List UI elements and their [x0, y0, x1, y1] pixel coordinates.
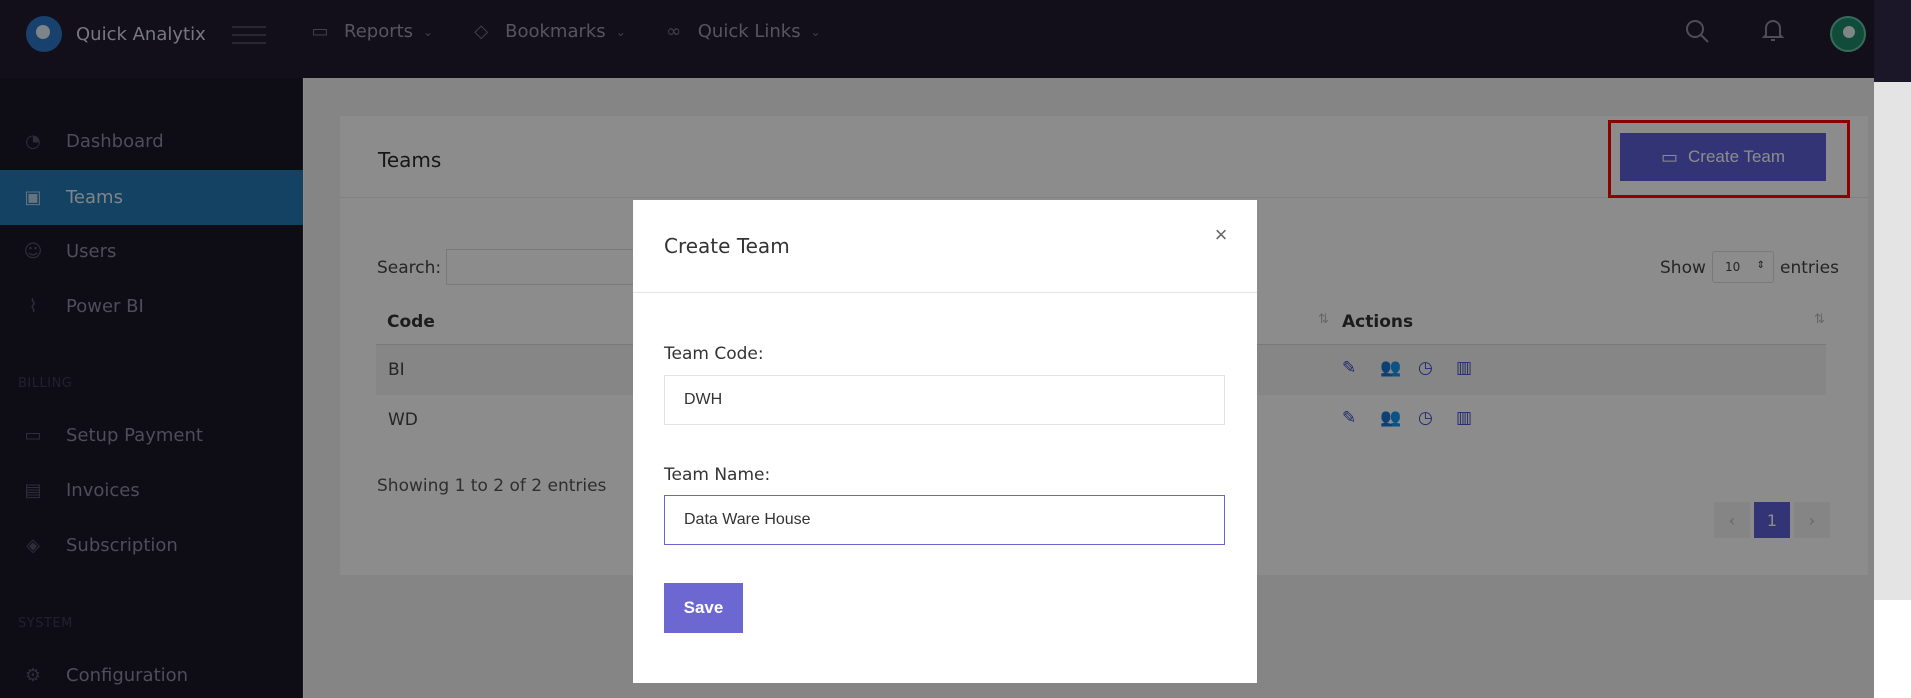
modal-header: Create Team ×: [633, 200, 1257, 293]
team-name-label: Team Name:: [664, 465, 771, 485]
window-edge-top: [1874, 0, 1911, 82]
window-edge-middle: [1874, 82, 1911, 600]
modal-title: Create Team: [664, 234, 790, 258]
close-icon[interactable]: ×: [1206, 220, 1236, 250]
team-code-label: Team Code:: [664, 344, 764, 364]
team-code-field[interactable]: [664, 375, 1225, 425]
save-button[interactable]: Save: [664, 583, 743, 633]
team-name-field[interactable]: [664, 495, 1225, 545]
create-team-modal: Create Team × Team Code: Team Name: Save: [633, 200, 1257, 683]
app-window: Quick Analytix ▭ Reports ⌄ ◇ Bookmarks ⌄…: [0, 0, 1874, 698]
